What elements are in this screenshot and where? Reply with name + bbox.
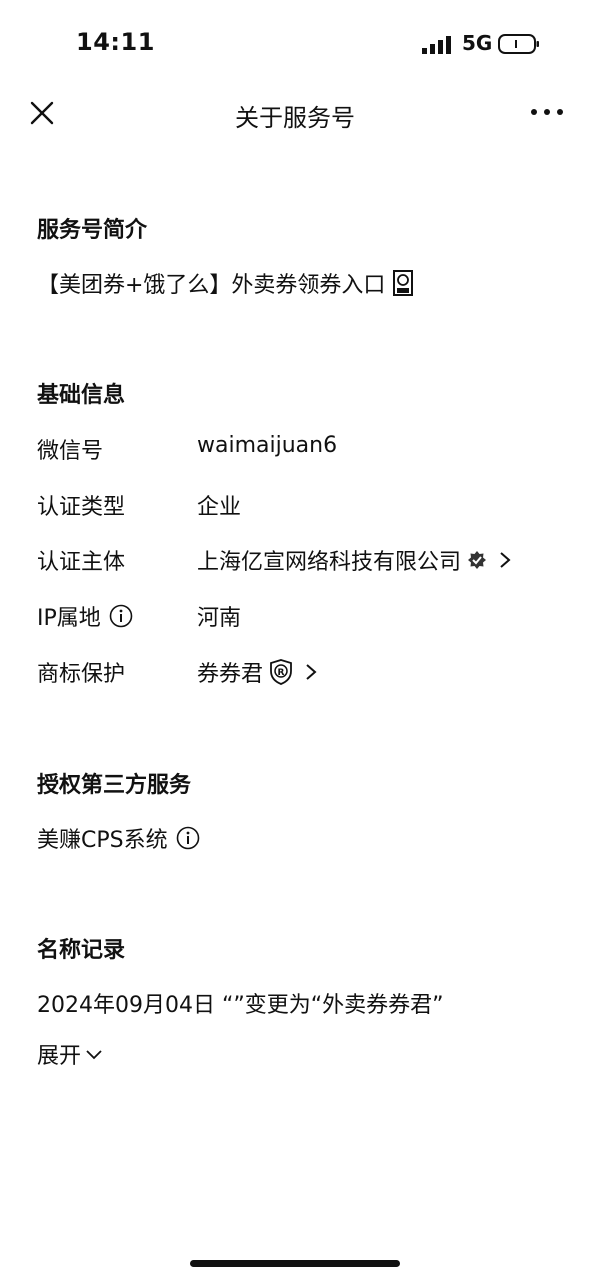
battery-icon: [498, 34, 539, 54]
third-party-section-title: 授权第三方服务: [37, 773, 192, 798]
chevron-right-icon: [306, 664, 317, 680]
page-title: 关于服务号: [235, 104, 355, 132]
chevron-right-icon: [500, 552, 511, 568]
cert-type-value: 企业: [197, 489, 241, 521]
cert-type-text: 企业: [197, 495, 242, 520]
expand-label: 展开: [37, 1044, 82, 1069]
ip-location-label-row: IP属地: [37, 600, 133, 632]
name-history-record: 2024年09月04日 “”变更为“外卖券券君”: [37, 993, 444, 1018]
trademark-shield-icon: R: [270, 659, 292, 685]
ip-location-text: 河南: [197, 606, 242, 631]
trademark-label: 商标保护: [37, 662, 126, 687]
cert-subject-label: 认证主体: [37, 550, 126, 575]
trademark-text: 券券君: [197, 662, 264, 687]
intro-text-row: 【美团券+饿了么】外卖券领券入口: [37, 267, 414, 299]
third-party-item[interactable]: 美赚CPS系统: [37, 822, 200, 854]
info-icon[interactable]: [176, 826, 200, 850]
home-indicator[interactable]: [190, 1260, 400, 1267]
name-history-section-title: 名称记录: [37, 938, 126, 963]
third-party-item-text: 美赚CPS系统: [37, 828, 168, 853]
verified-badge-icon: [468, 551, 487, 569]
info-icon[interactable]: [109, 604, 133, 628]
more-icon[interactable]: [530, 104, 564, 120]
trademark-link[interactable]: 券券君 R: [197, 656, 317, 688]
network-label: 5G: [462, 31, 493, 55]
ip-location-value: 河南: [197, 600, 241, 632]
about-service-account-page: 14:11 5G 关于服务号 服务号简介 【美团券+饿了么】外卖券领券入口 基础…: [0, 0, 590, 1280]
svg-text:R: R: [278, 668, 285, 678]
intro-section-title: 服务号简介: [37, 218, 148, 243]
signal-icon: [422, 36, 451, 54]
chevron-down-icon: [86, 1050, 102, 1060]
cert-type-label: 认证类型: [37, 495, 126, 520]
wechat-id-text: waimaijuan6: [197, 433, 338, 458]
status-time: 14:11: [76, 28, 155, 56]
intro-text: 【美团券+饿了么】外卖券领券入口: [37, 273, 386, 298]
expand-button[interactable]: 展开: [37, 1038, 103, 1070]
ip-location-label: IP属地: [37, 606, 101, 631]
nav-bar: 关于服务号: [0, 90, 590, 140]
ticket-emoji-icon: [393, 270, 414, 296]
cert-subject-text: 上海亿宣网络科技有限公司: [197, 550, 462, 575]
wechat-id-label: 微信号: [37, 439, 104, 464]
basic-info-section-title: 基础信息: [37, 383, 126, 408]
wechat-id-value: waimaijuan6: [197, 433, 337, 458]
status-bar: 14:11 5G: [0, 0, 590, 90]
cert-subject-link[interactable]: 上海亿宣网络科技有限公司: [197, 544, 511, 576]
